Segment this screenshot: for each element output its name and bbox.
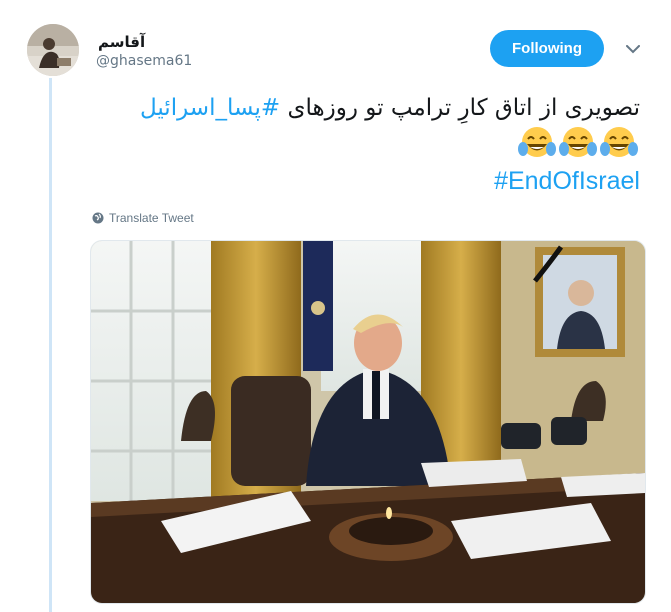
tweet-text: تصویری از اتاق کارِ ترامپ تو روزهای #پسا… [80, 92, 640, 125]
hashtag-link-fa[interactable]: #پسا_اسرائیل [140, 95, 280, 121]
tweet-media-photo[interactable] [90, 240, 646, 604]
tweet-body-text: تصویری از اتاق کارِ ترامپ تو روزهای [287, 95, 640, 121]
thread-connector-line [49, 78, 52, 612]
globe-icon [92, 212, 104, 224]
hashtag-link-en[interactable]: #EndOfIsrael [494, 167, 640, 196]
face-with-tears-of-joy-icon [559, 127, 597, 157]
user-avatar-photo [27, 24, 79, 76]
face-with-tears-of-joy-icon [518, 127, 556, 157]
more-menu-button[interactable] [624, 40, 642, 58]
chevron-down-icon [626, 44, 640, 53]
translate-tweet-label: Translate Tweet [109, 211, 194, 225]
user-avatar[interactable] [27, 24, 79, 76]
translate-tweet-link[interactable]: Translate Tweet [92, 211, 194, 225]
user-display-name[interactable]: آقاسم [98, 33, 145, 51]
emoji-row [518, 125, 638, 165]
user-screen-name[interactable]: @ghasema61 [96, 53, 192, 69]
oval-office-photo [91, 241, 645, 603]
face-with-tears-of-joy-icon [600, 127, 638, 157]
following-button[interactable]: Following [490, 30, 604, 67]
